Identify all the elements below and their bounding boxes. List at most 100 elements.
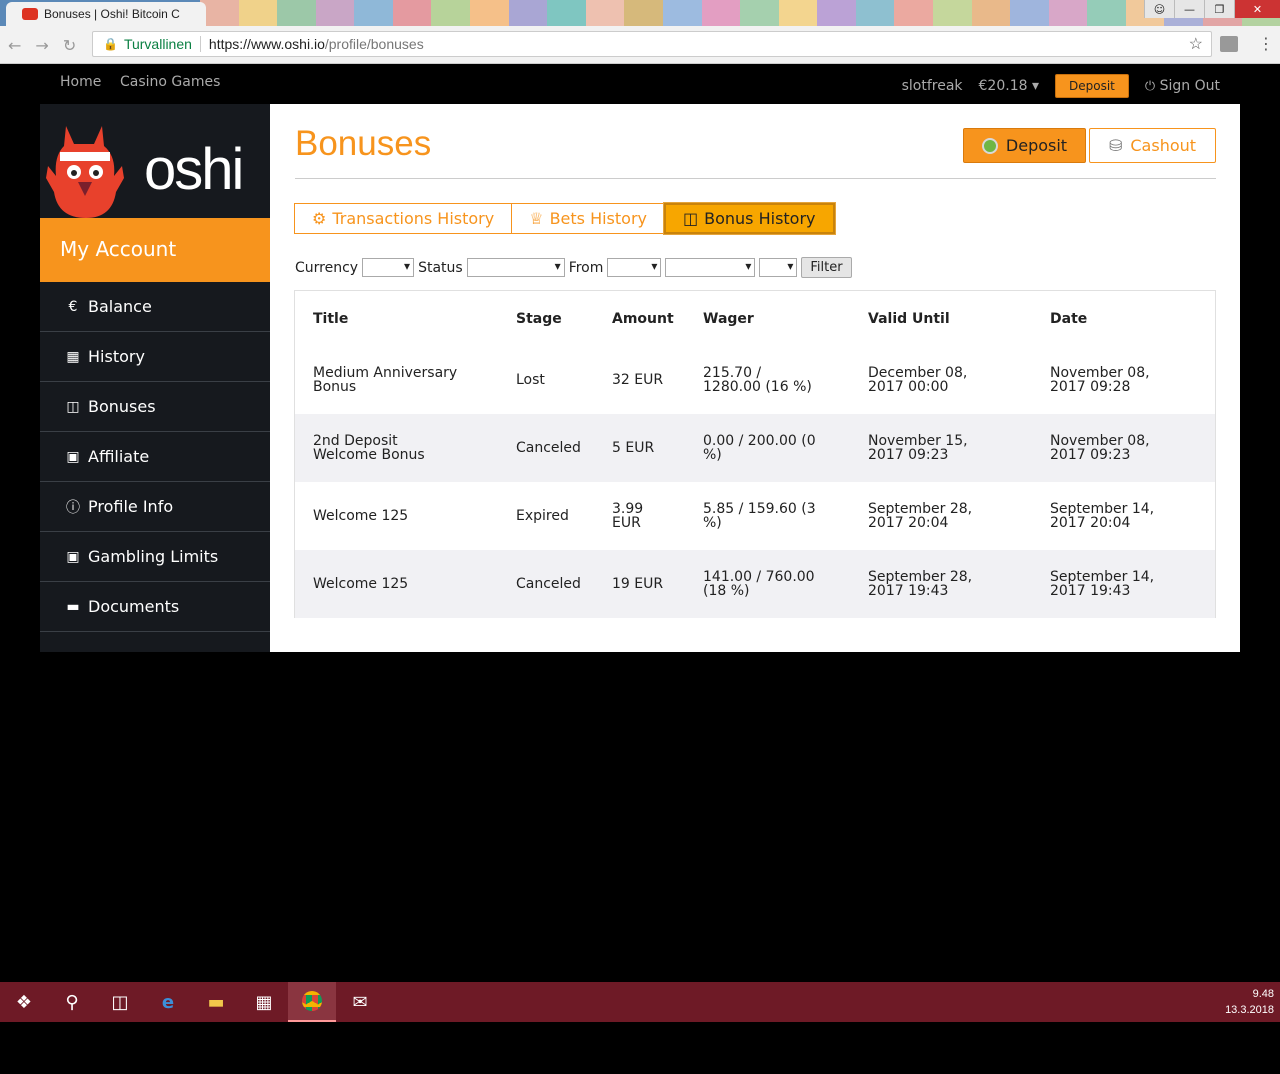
tab-bets-history[interactable]: ♕ Bets History: [511, 203, 665, 234]
user-icon[interactable]: ☺: [1144, 0, 1174, 18]
currency-select[interactable]: [362, 258, 415, 277]
cell-valid-until: December 08, 2017 00:00: [868, 365, 968, 395]
cell-date: November 08, 2017 09:28: [1050, 365, 1150, 395]
page-title: Bonuses: [295, 124, 432, 163]
mascot-icon: [46, 126, 124, 218]
sidebar-item-label: Profile Info: [88, 497, 174, 516]
from-label: From: [568, 259, 604, 276]
url-input[interactable]: 🔒 Turvallinen https://www.oshi.io/profil…: [92, 31, 1212, 57]
cell-wager: 141.00 / 760.00 (18 %): [685, 550, 850, 618]
history-tabs: ⚙ Transactions History ♕ Bets History ◫ …: [294, 203, 835, 234]
cell-amount: 32 EUR: [612, 372, 664, 388]
from-month-select[interactable]: [665, 258, 756, 277]
oshi-logo[interactable]: oshi: [40, 104, 270, 218]
restore-icon[interactable]: ❐: [1204, 0, 1234, 18]
nav-home-link[interactable]: Home: [60, 74, 101, 90]
username[interactable]: slotfreak: [902, 78, 963, 94]
filter-button[interactable]: Filter: [801, 257, 852, 278]
trophy-icon: ♕: [529, 209, 544, 228]
cell-date: November 08, 2017 09:23: [1032, 414, 1215, 482]
file-explorer-icon[interactable]: ▬: [192, 982, 240, 1022]
store-icon[interactable]: ▦: [240, 982, 288, 1022]
balance-dropdown[interactable]: €20.18 ▾: [979, 78, 1039, 94]
header-deposit-button[interactable]: Deposit: [1055, 74, 1129, 98]
close-icon[interactable]: ✕: [1234, 0, 1280, 18]
browser-menu-icon[interactable]: ⋮: [1258, 34, 1274, 53]
favicon-icon: [22, 8, 38, 20]
cell-title: Welcome 125: [295, 550, 498, 618]
sign-out-link[interactable]: ⏻ Sign Out: [1145, 78, 1220, 94]
windows-taskbar: ❖ ⚲ ◫ e ▬ ▦ ✉ 9.48 13.3.2018: [0, 982, 1280, 1022]
cell-date: September 14, 2017 19:43: [1032, 550, 1215, 618]
gift-icon: ◫: [683, 209, 699, 228]
column-header: Title: [313, 310, 349, 327]
sidebar-item-gambling-limits[interactable]: ▣ Gambling Limits: [40, 532, 270, 582]
folder-icon: ▬: [66, 598, 80, 615]
sidebar-item-affiliate[interactable]: ▣ Affiliate: [40, 432, 270, 482]
table-row: Welcome 125 Expired 3.99 EUR 5.85 / 159.…: [295, 482, 1215, 550]
account-sidebar: oshi My Account € Balance ▦ History ◫ Bo…: [40, 104, 270, 652]
table-row: Welcome 125 Canceled 19 EUR 141.00 / 760…: [295, 550, 1215, 618]
calendar-icon: ▦: [66, 348, 80, 365]
search-icon[interactable]: ⚲: [48, 982, 96, 1022]
sidebar-item-label: Bonuses: [88, 397, 156, 416]
extension-icon[interactable]: [1220, 36, 1238, 52]
task-view-icon[interactable]: ◫: [96, 982, 144, 1022]
currency-label: Currency: [295, 259, 359, 276]
nav-casino-games-link[interactable]: Casino Games: [120, 74, 220, 90]
cell-stage: Canceled: [498, 414, 594, 482]
cashout-button[interactable]: ⛁ Cashout: [1089, 128, 1216, 163]
cell-title: 2nd Deposit Welcome Bonus: [295, 414, 498, 482]
mail-icon[interactable]: ✉: [336, 982, 384, 1022]
sidebar-item-profile-info[interactable]: ⓘ Profile Info: [40, 482, 270, 532]
cell-title: Medium Anniversary Bonus: [313, 365, 458, 395]
cell-amount: 3.99 EUR: [612, 501, 644, 531]
url-path: /profile/bonuses: [324, 36, 424, 52]
column-header: Date: [1050, 310, 1088, 327]
bookmark-star-icon[interactable]: ☆: [1189, 34, 1203, 54]
tab-label: Bonus History: [704, 209, 816, 228]
system-clock[interactable]: 9.48 13.3.2018: [1225, 986, 1274, 1018]
lock-icon: ▣: [66, 548, 80, 565]
from-day-select[interactable]: [607, 258, 662, 277]
minimize-icon[interactable]: —: [1174, 0, 1204, 18]
chrome-icon[interactable]: [288, 982, 336, 1022]
browser-tab[interactable]: Bonuses | Oshi! Bitcoin C: [6, 2, 206, 26]
filter-bar: Currency Status From Filter: [295, 257, 852, 278]
deposit-button[interactable]: Deposit: [963, 128, 1086, 163]
reload-icon[interactable]: ↻: [63, 36, 76, 55]
sidebar-item-label: Gambling Limits: [88, 547, 219, 566]
column-header: Amount: [612, 310, 674, 327]
table-row: Medium Anniversary Bonus Lost 32 EUR 215…: [295, 346, 1215, 414]
sidebar-item-bonuses[interactable]: ◫ Bonuses: [40, 382, 270, 432]
clock-date: 13.3.2018: [1225, 1004, 1274, 1016]
cell-valid-until: November 15, 2017 09:23: [850, 414, 1032, 482]
sidebar-item-balance[interactable]: € Balance: [40, 282, 270, 332]
sidebar-item-documents[interactable]: ▬ Documents: [40, 582, 270, 632]
edge-browser-icon[interactable]: e: [144, 982, 192, 1022]
forward-icon[interactable]: →: [35, 36, 48, 55]
power-icon: ⏻: [1144, 79, 1156, 94]
status-select[interactable]: [466, 258, 565, 277]
sidebar-item-label: History: [88, 347, 145, 366]
back-icon[interactable]: ←: [8, 36, 21, 55]
cell-date: September 14, 2017 20:04: [1050, 501, 1155, 531]
tab-transactions-history[interactable]: ⚙ Transactions History: [294, 203, 513, 234]
cell-wager: 5.85 / 159.60 (3 %): [703, 501, 816, 531]
url-host: https://www.oshi.io: [208, 36, 325, 52]
tab-label: Bets History: [549, 209, 647, 228]
cell-amount: 5 EUR: [594, 414, 685, 482]
sidebar-item-history[interactable]: ▦ History: [40, 332, 270, 382]
sidebar-item-label: Affiliate: [88, 447, 150, 466]
tab-bonus-history[interactable]: ◫ Bonus History: [664, 203, 835, 234]
secure-label: Turvallinen: [124, 36, 201, 52]
briefcase-icon: ▣: [66, 448, 80, 465]
cell-stage: Expired: [516, 508, 569, 524]
cell-stage: Lost: [516, 372, 545, 388]
divider: [295, 178, 1216, 179]
from-year-select[interactable]: [759, 258, 798, 277]
cell-amount: 19 EUR: [594, 550, 685, 618]
windows-start-icon[interactable]: ❖: [0, 982, 48, 1022]
column-header: Stage: [516, 310, 562, 327]
column-header: Wager: [703, 310, 754, 327]
